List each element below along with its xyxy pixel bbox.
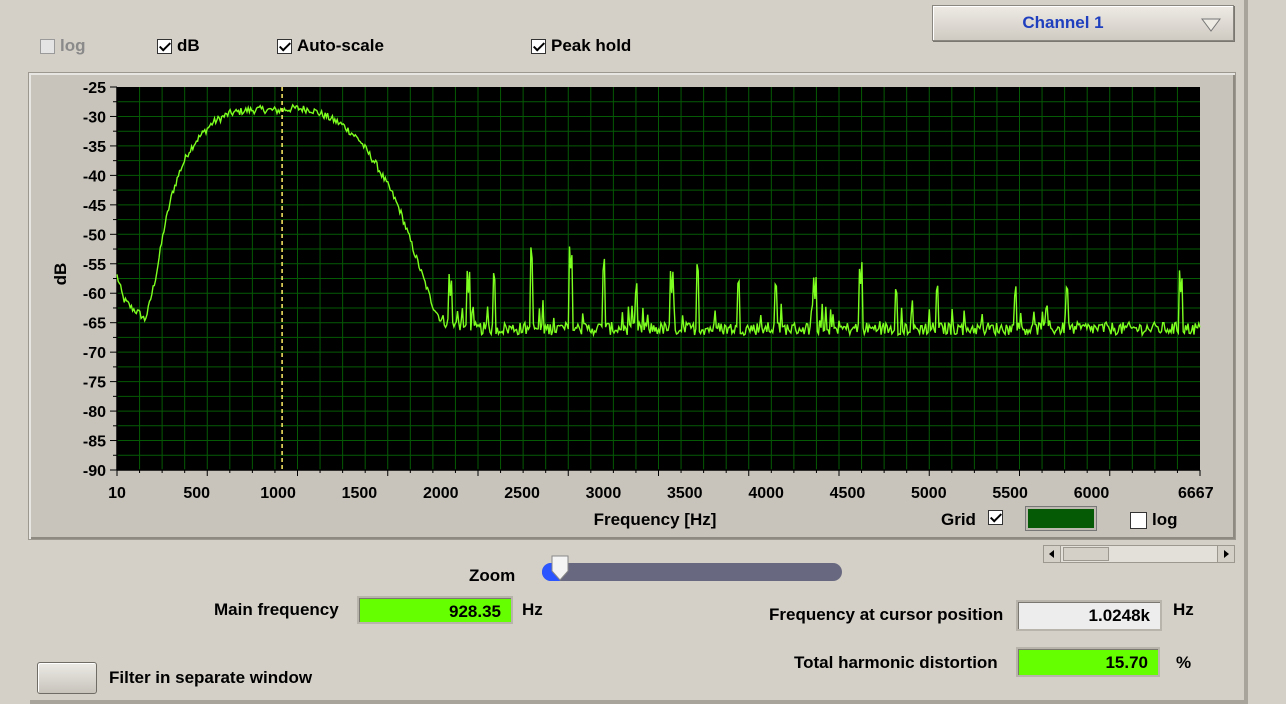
main-frequency-value: 928.35: [357, 596, 513, 624]
x-tick-label: 5000: [911, 485, 947, 502]
grid-checkbox[interactable]: [988, 510, 1003, 525]
thd-label: Total harmonic distortion: [794, 653, 998, 672]
zoom-slider-thumb[interactable]: [550, 555, 570, 581]
x-tick-label: 3000: [586, 485, 622, 502]
y-tick-label: -65: [83, 316, 106, 333]
x-tick-label: 1500: [342, 485, 378, 502]
y-tick-labels: -25 -30 -35 -40 -45 -50 -55 -60 -65 -70 -75 -80 -85 -…: [83, 80, 106, 480]
y-tick-label: -50: [83, 227, 106, 244]
x-tick-label: 5500: [992, 485, 1028, 502]
log-x-checkbox[interactable]: log: [1130, 510, 1178, 530]
cursor-frequency-value: 1.0248k: [1016, 600, 1162, 631]
y-tick-label: -25: [83, 80, 106, 97]
scroll-left-button[interactable]: [1044, 546, 1061, 562]
arrow-right-icon: [1224, 550, 1229, 558]
main-frequency-unit: Hz: [522, 600, 543, 619]
log-x-checkbox-box[interactable]: [1130, 511, 1147, 529]
grid-label: Grid: [941, 510, 976, 529]
x-axis-title: Frequency [Hz]: [594, 510, 717, 529]
x-tick-label: 4000: [748, 485, 784, 502]
spectrum-chart: 10 500 1000 1500 2000 2500 3000 3500 4000 4500 500…: [51, 80, 1214, 529]
cursor-frequency-label: Frequency at cursor position: [769, 605, 1004, 624]
zoom-label: Zoom: [469, 566, 516, 585]
filter-window-button[interactable]: [37, 662, 97, 694]
x-tick-label: 4500: [830, 485, 866, 502]
y-tick-label: -90: [83, 463, 106, 480]
x-tick-label: 3500: [667, 485, 703, 502]
y-tick-label: -55: [83, 257, 106, 274]
x-tick-label: 6000: [1074, 485, 1110, 502]
y-tick-label: -80: [83, 404, 106, 421]
x-tick-label: 2500: [504, 485, 540, 502]
thd-value: 15.70: [1016, 647, 1160, 677]
arrow-left-icon: [1049, 550, 1054, 558]
window-bottom-edge: [30, 700, 1244, 704]
graph-horizontal-scrollbar[interactable]: [1043, 545, 1235, 563]
x-tick-label: 2000: [423, 485, 459, 502]
y-tick-label: -70: [83, 345, 106, 362]
x-tick-label: 10: [108, 485, 126, 502]
y-tick-label: -85: [83, 434, 106, 451]
x-tick-label: 500: [183, 485, 210, 502]
y-tick-label: -45: [83, 198, 106, 215]
x-tick-labels: 10 500 1000 1500 2000 2500 3000 3500 4000 4500 500…: [108, 485, 1214, 502]
y-tick-label: -60: [83, 286, 106, 303]
cursor-frequency-unit: Hz: [1173, 600, 1194, 619]
zoom-slider[interactable]: [542, 555, 842, 581]
window-right-edge: [1244, 0, 1248, 704]
log-x-checkbox-label: log: [1152, 510, 1178, 529]
y-tick-label: -40: [83, 168, 106, 185]
grid-color-swatch[interactable]: [1026, 507, 1096, 530]
scroll-thumb[interactable]: [1063, 547, 1109, 561]
x-tick-label: 6667: [1178, 485, 1214, 502]
y-tick-label: -30: [83, 109, 106, 126]
main-frequency-label: Main frequency: [214, 600, 339, 619]
grid-checkbox-box[interactable]: [988, 510, 1003, 525]
scroll-right-button[interactable]: [1217, 546, 1234, 562]
y-axis-title: dB: [51, 263, 70, 286]
x-tick-label: 1000: [260, 485, 296, 502]
thd-unit: %: [1176, 653, 1192, 672]
filter-window-label: Filter in separate window: [109, 668, 313, 687]
y-tick-label: -75: [83, 375, 106, 392]
y-tick-label: -35: [83, 139, 106, 156]
